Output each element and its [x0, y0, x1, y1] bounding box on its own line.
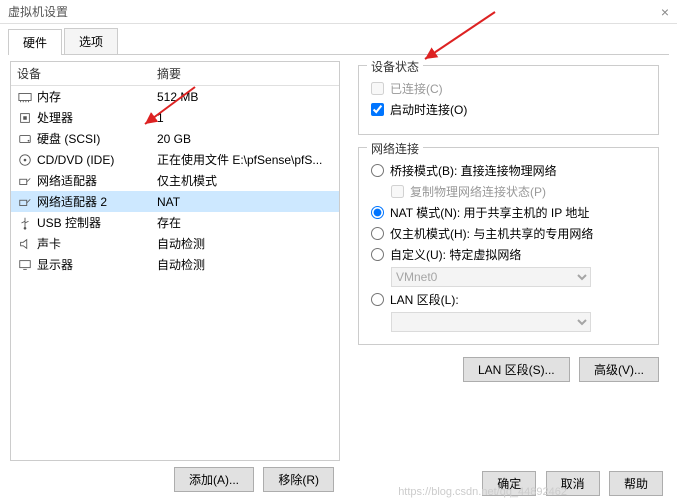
device-row[interactable]: USB 控制器存在 — [11, 212, 339, 233]
title-bar: 虚拟机设置 × — [0, 0, 677, 24]
chk-replicate: 复制物理网络连接状态(P) — [391, 183, 646, 200]
chk-power-on[interactable]: 启动时连接(O) — [371, 101, 646, 118]
ok-button[interactable]: 确定 — [482, 471, 536, 496]
col-device: 设备 — [17, 65, 157, 82]
net-icon — [17, 194, 33, 209]
sound-icon — [17, 236, 33, 251]
device-summary: 正在使用文件 E:\pfSense\pfS... — [157, 151, 333, 168]
help-button[interactable]: 帮助 — [609, 471, 663, 496]
memory-icon — [17, 89, 33, 104]
select-vmnet: VMnet0 — [391, 267, 591, 287]
rad-nat[interactable]: NAT 模式(N): 用于共享主机的 IP 地址 — [371, 204, 646, 221]
rad-lan[interactable]: LAN 区段(L): — [371, 291, 646, 308]
close-icon[interactable]: × — [661, 4, 669, 20]
rad-bridged[interactable]: 桥接模式(B): 直接连接物理网络 — [371, 162, 646, 179]
tab-options[interactable]: 选项 — [64, 28, 118, 54]
group-network: 网络连接 桥接模式(B): 直接连接物理网络 复制物理网络连接状态(P) NAT… — [358, 147, 659, 345]
usb-icon — [17, 215, 33, 230]
device-summary: 仅主机模式 — [157, 172, 333, 189]
select-lan — [391, 312, 591, 332]
chk-replicate-input — [391, 185, 404, 198]
device-name: 内存 — [37, 88, 157, 105]
cd-icon — [17, 152, 33, 167]
device-name: 网络适配器 2 — [37, 193, 157, 210]
device-summary: NAT — [157, 195, 333, 209]
remove-button[interactable]: 移除(R) — [263, 467, 334, 492]
cancel-button[interactable]: 取消 — [546, 471, 600, 496]
device-panel: 设备 摘要 内存512 MB处理器1硬盘 (SCSI)20 GBCD/DVD (… — [10, 61, 340, 461]
display-icon — [17, 257, 33, 272]
device-summary: 1 — [157, 111, 333, 125]
chk-power-on-input[interactable] — [371, 103, 384, 116]
device-name: 声卡 — [37, 235, 157, 252]
device-row[interactable]: 网络适配器 2NAT — [11, 191, 339, 212]
cpu-icon — [17, 110, 33, 125]
device-name: 显示器 — [37, 256, 157, 273]
rad-custom[interactable]: 自定义(U): 特定虚拟网络 — [371, 246, 646, 263]
rad-custom-input[interactable] — [371, 248, 384, 261]
device-list[interactable]: 内存512 MB处理器1硬盘 (SCSI)20 GBCD/DVD (IDE)正在… — [11, 86, 339, 460]
net-icon — [17, 173, 33, 188]
device-summary: 自动检测 — [157, 256, 333, 273]
device-row[interactable]: 显示器自动检测 — [11, 254, 339, 275]
tab-hardware[interactable]: 硬件 — [8, 29, 62, 55]
network-title: 网络连接 — [367, 140, 423, 157]
advanced-button[interactable]: 高级(V)... — [579, 357, 659, 382]
device-summary: 存在 — [157, 214, 333, 231]
device-summary: 自动检测 — [157, 235, 333, 252]
device-row[interactable]: 硬盘 (SCSI)20 GB — [11, 128, 339, 149]
device-name: 处理器 — [37, 109, 157, 126]
rad-bridged-input[interactable] — [371, 164, 384, 177]
device-name: CD/DVD (IDE) — [37, 153, 157, 167]
lan-segments-button[interactable]: LAN 区段(S)... — [463, 357, 570, 382]
window-title: 虚拟机设置 — [8, 3, 68, 20]
add-button[interactable]: 添加(A)... — [174, 467, 254, 492]
device-row[interactable]: CD/DVD (IDE)正在使用文件 E:\pfSense\pfS... — [11, 149, 339, 170]
device-summary: 512 MB — [157, 90, 333, 104]
device-row[interactable]: 网络适配器仅主机模式 — [11, 170, 339, 191]
device-summary: 20 GB — [157, 132, 333, 146]
list-header: 设备 摘要 — [11, 62, 339, 86]
rad-hostonly-input[interactable] — [371, 227, 384, 240]
rad-nat-input[interactable] — [371, 206, 384, 219]
group-status: 设备状态 已连接(C) 启动时连接(O) — [358, 65, 659, 135]
device-name: 硬盘 (SCSI) — [37, 130, 157, 147]
rad-hostonly[interactable]: 仅主机模式(H): 与主机共享的专用网络 — [371, 225, 646, 242]
chk-connected: 已连接(C) — [371, 80, 646, 97]
status-title: 设备状态 — [367, 58, 423, 75]
device-row[interactable]: 内存512 MB — [11, 86, 339, 107]
rad-lan-input[interactable] — [371, 293, 384, 306]
tab-strip: 硬件 选项 — [8, 28, 669, 55]
device-name: 网络适配器 — [37, 172, 157, 189]
device-row[interactable]: 处理器1 — [11, 107, 339, 128]
device-name: USB 控制器 — [37, 214, 157, 231]
chk-connected-input — [371, 82, 384, 95]
device-row[interactable]: 声卡自动检测 — [11, 233, 339, 254]
col-summary: 摘要 — [157, 65, 181, 82]
disk-icon — [17, 131, 33, 146]
